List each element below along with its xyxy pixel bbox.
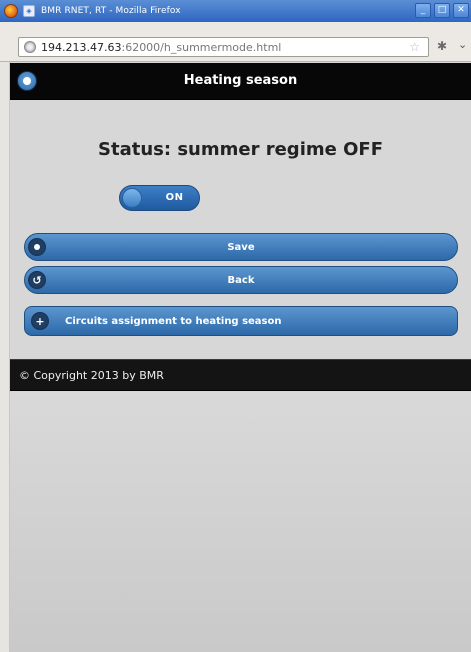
window-controls: _ □ ✕ [415, 3, 469, 18]
footer: © Copyright 2013 by BMR [10, 359, 471, 391]
toggle-knob[interactable] [122, 188, 142, 208]
chevron-down-icon[interactable]: ⌄ [458, 38, 467, 51]
status-text: Status: summer regime OFF [98, 139, 383, 160]
back-button[interactable]: ↺ Back [24, 266, 458, 294]
save-button[interactable]: Save [24, 233, 458, 261]
minimize-button[interactable]: _ [415, 3, 431, 18]
save-button-label: Save [227, 242, 255, 253]
page-background [10, 392, 471, 652]
summer-mode-toggle[interactable]: ON [119, 185, 200, 211]
page-title: Heating season [183, 73, 298, 88]
firefox-logo-icon [4, 4, 18, 18]
app-header: Heating season [10, 63, 471, 100]
maximize-button[interactable]: □ [434, 3, 450, 18]
url-path: :62000/h_summermode.html [121, 40, 282, 54]
close-button[interactable]: ✕ [453, 3, 469, 18]
tab-icon: ◈ [23, 5, 35, 17]
address-bar: 194.213.47.63:62000/h_summermode.html ☆ … [0, 22, 471, 62]
toggle-label: ON [165, 192, 184, 203]
site-identity-icon[interactable] [24, 41, 36, 53]
url-host: 194.213.47.63 [41, 40, 122, 54]
window-titlebar: ◈ BMR RNET, RT - Mozilla Firefox _ □ ✕ [0, 0, 471, 22]
back-button-label: Back [227, 275, 255, 286]
bookmark-star-icon[interactable]: ☆ [409, 40, 420, 54]
circuits-assignment-label: Circuits assignment to heating season [65, 316, 282, 327]
plus-icon: + [31, 312, 49, 330]
circuits-assignment-button[interactable]: + Circuits assignment to heating season [24, 306, 458, 336]
window-title: BMR RNET, RT - Mozilla Firefox [41, 6, 181, 16]
addon-icon[interactable]: ✱ [437, 39, 447, 53]
copyright-text: © Copyright 2013 by BMR [19, 369, 164, 382]
window-left-border [0, 62, 10, 652]
url-input[interactable]: 194.213.47.63:62000/h_summermode.html ☆ [18, 37, 429, 57]
